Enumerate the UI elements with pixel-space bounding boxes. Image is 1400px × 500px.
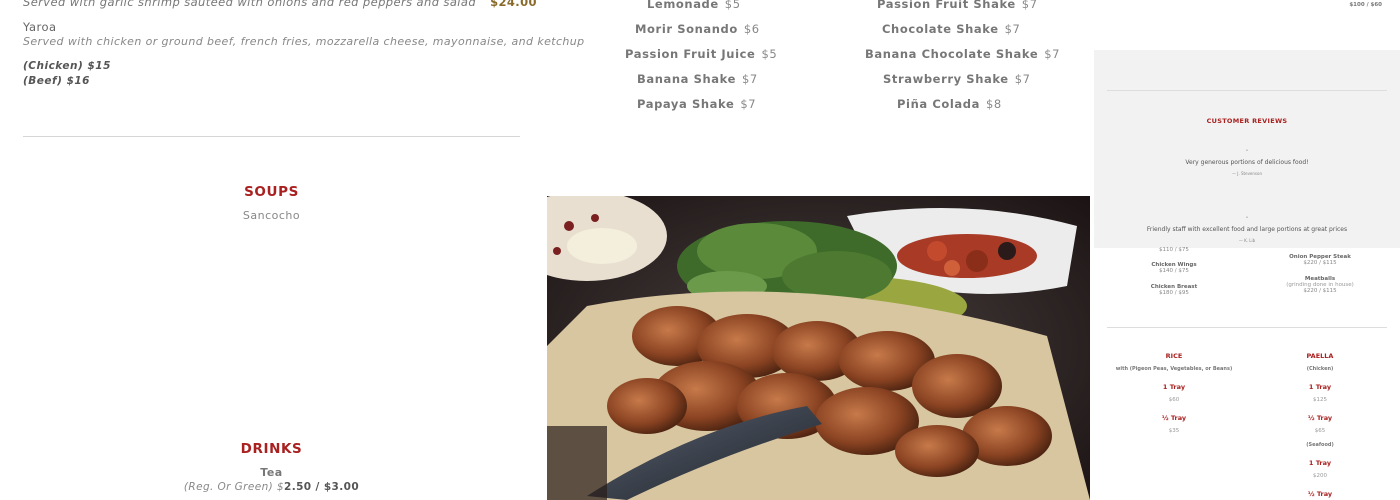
paella-chicken-subtitle: (Chicken) <box>1306 366 1334 372</box>
menu-left-column: Served with garlic shrimp sauteed with o… <box>0 0 584 500</box>
drink-price: $5 <box>724 0 741 11</box>
soups-heading: SOUPS <box>244 184 299 200</box>
drink-item: Lemonade $5 <box>647 0 740 11</box>
drink-price: $5 <box>761 47 778 61</box>
menu-item-desc: Served with garlic shrimp sauteed with o… <box>23 0 477 9</box>
drink-price: $7 <box>1004 22 1021 36</box>
drink-item: Piña Colada $8 <box>897 97 1001 111</box>
drink-item: Papaya Shake $7 <box>637 97 756 111</box>
reviews-divider <box>1107 90 1387 91</box>
drink-item: Passion Fruit Shake $7 <box>877 0 1037 11</box>
drink-item: Chocolate Shake $7 <box>882 22 1020 36</box>
customer-reviews-box: CUSTOMER REVIEWS • Very generous portion… <box>1094 50 1400 248</box>
paella-tray-label: 1 Tray <box>1308 459 1332 467</box>
menu-item-tea: Tea <box>260 466 283 479</box>
quote-icon: • <box>1245 215 1249 221</box>
yaroa-chicken-price: (Chicken) $15 <box>23 60 111 72</box>
drink-item: Strawberry Shake $7 <box>883 72 1030 86</box>
drink-name: Banana Chocolate Shake <box>865 47 1039 61</box>
drinks-heading: DRINKS <box>240 441 303 457</box>
drink-name: Papaya Shake <box>637 97 735 111</box>
drink-item: Passion Fruit Juice $5 <box>625 47 777 61</box>
catering-top-price: $100 / $60 <box>1349 2 1382 8</box>
catering-item: $110 / $75 <box>1104 247 1244 253</box>
drink-name: Lemonade <box>647 0 719 11</box>
quote-icon: • <box>1245 148 1249 154</box>
rice-tray-price: $35 <box>1168 428 1180 434</box>
rice-tray-label: ½ Tray <box>1161 414 1187 422</box>
drink-item: Banana Shake $7 <box>637 72 757 86</box>
drink-name: Chocolate Shake <box>882 22 999 36</box>
paella-tray-price: $125 <box>1313 397 1327 403</box>
catering-divider <box>1107 327 1387 328</box>
drink-item: Morir Sonando $6 <box>635 22 759 36</box>
yaroa-beef-price: (Beef) $16 <box>23 75 90 87</box>
catering-price: $180 / $95 <box>1159 290 1189 296</box>
drink-name: Piña Colada <box>897 97 980 111</box>
reviews-heading: CUSTOMER REVIEWS <box>1206 117 1288 125</box>
drink-name: Strawberry Shake <box>883 72 1009 86</box>
right-panel: $100 / $60 CUSTOMER REVIEWS • Very gener… <box>1094 0 1400 500</box>
rice-tray-label: 1 Tray <box>1162 383 1186 391</box>
catering-price: $110 / $75 <box>1159 247 1189 253</box>
rice-heading: RICE <box>1165 352 1183 360</box>
menu-item-price: $24.00 <box>490 0 537 9</box>
menu-item-yaroa-name: Yaroa <box>23 20 57 34</box>
paella-tray-label: ½ Tray <box>1307 490 1333 498</box>
drink-price: $7 <box>1044 47 1061 61</box>
tea-price-value: 2.50 / $3.00 <box>283 481 360 493</box>
menu-item-yaroa-desc: Served with chicken or ground beef, fren… <box>23 35 585 48</box>
paella-tray-label: ½ Tray <box>1307 414 1333 422</box>
menu-item-shrimp: Served with garlic shrimp sauteed with o… <box>23 0 537 9</box>
drink-item: Banana Chocolate Shake $7 <box>865 47 1059 61</box>
section-divider <box>23 136 520 137</box>
review-text: Friendly staff with excellent food and l… <box>1146 226 1348 233</box>
drink-name: Morir Sonando <box>635 22 738 36</box>
paella-tray-price: $65 <box>1314 428 1326 434</box>
drink-name: Passion Fruit Juice <box>625 47 756 61</box>
catering-item: Meatballs (grinding done in house) $220 … <box>1250 276 1390 294</box>
review-author: — K. Lib <box>1238 238 1256 243</box>
rice-tray-price: $60 <box>1168 397 1180 403</box>
review-text: Very generous portions of delicious food… <box>1185 159 1309 166</box>
paella-heading: PAELLA <box>1306 352 1334 360</box>
catering-item: Onion Pepper Steak $220 / $115 <box>1250 254 1390 266</box>
menu-item-sancocho: Sancocho <box>242 209 301 222</box>
drink-price: $7 <box>740 97 757 111</box>
catering-item: Chicken Breast $180 / $95 <box>1104 284 1244 296</box>
drink-price: $8 <box>985 97 1002 111</box>
drinks-list: Lemonade $5 Morir Sonando $6 Passion Fruit… <box>547 0 1090 196</box>
catering-price: $220 / $115 <box>1303 260 1337 266</box>
food-photo-illustration <box>547 196 1090 500</box>
tea-price: (Reg. Or Green) $2.50 / $3.00 <box>23 481 520 493</box>
catering-price: $220 / $115 <box>1303 288 1337 294</box>
grilled-chicken-photo <box>547 196 1090 500</box>
tea-note: (Reg. Or Green) $ <box>183 481 284 493</box>
paella-tray-label: 1 Tray <box>1308 383 1332 391</box>
rice-subtitle: with (Pigeon Peas, Vegetables, or Beans) <box>1115 366 1233 372</box>
drink-name: Banana Shake <box>637 72 736 86</box>
catering-item: Chicken Wings $140 / $75 <box>1104 262 1244 274</box>
drink-price: $6 <box>743 22 760 36</box>
paella-tray-price: $200 <box>1313 473 1327 479</box>
drink-price: $7 <box>1014 72 1031 86</box>
drink-price: $7 <box>1021 0 1038 11</box>
drink-price: $7 <box>742 72 758 86</box>
drink-name: Passion Fruit Shake <box>877 0 1016 11</box>
paella-seafood-subtitle: (Seafood) <box>1306 442 1334 448</box>
review-author: — J. Stevenson <box>1232 171 1262 176</box>
catering-price: $140 / $75 <box>1159 268 1189 274</box>
